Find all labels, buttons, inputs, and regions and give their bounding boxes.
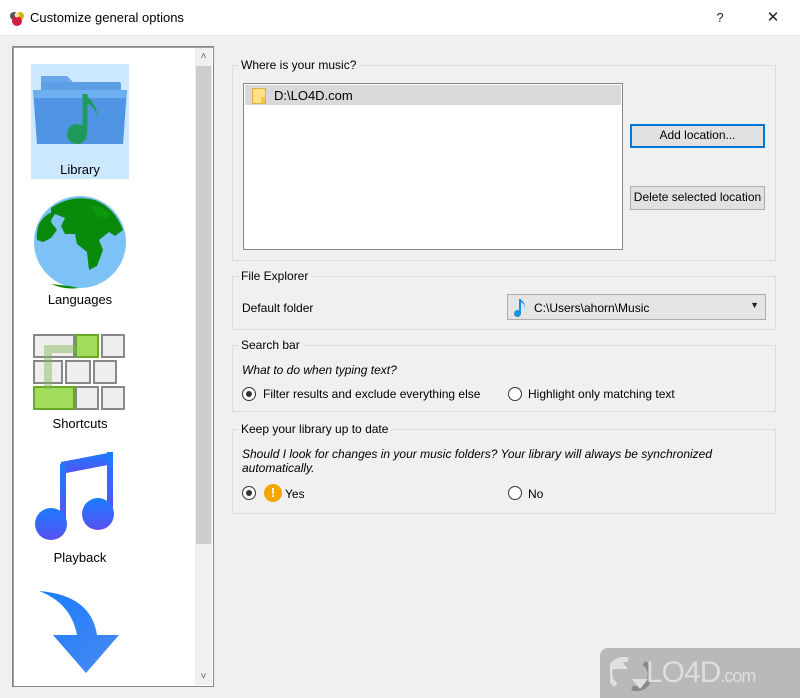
sidebar-label-library: Library: [60, 162, 100, 177]
sidebar-item-updates[interactable]: [31, 589, 129, 679]
lo4d-logo-icon: [610, 657, 650, 691]
help-button[interactable]: ?: [705, 4, 735, 32]
scroll-down-button[interactable]: ˅: [195, 668, 212, 685]
filter-results-radio[interactable]: [242, 387, 256, 401]
scrollbar-thumb[interactable]: [196, 66, 211, 544]
sidebar-item-shortcuts[interactable]: Shortcuts: [31, 329, 129, 444]
default-folder-select[interactable]: C:\Users\ahorn\Music ▼: [507, 294, 766, 320]
location-path: D:\LO4D.com: [274, 88, 353, 103]
sidebar-label-languages: Languages: [47, 292, 113, 307]
scroll-up-button[interactable]: ˄: [195, 48, 212, 65]
sidebar-label-shortcuts: Shortcuts: [52, 416, 108, 431]
watermark-text: LO4D.com: [646, 656, 756, 689]
folder-icon: [252, 88, 266, 104]
search-bar-title: Search bar: [239, 337, 303, 353]
search-bar-group: Search bar: [232, 337, 776, 412]
highlight-matching-radio[interactable]: [508, 387, 522, 401]
list-item[interactable]: D:\LO4D.com: [245, 85, 621, 105]
sidebar-item-playback[interactable]: Playback: [31, 452, 129, 572]
globe-icon: [34, 196, 126, 289]
add-location-button[interactable]: Add location...: [630, 124, 765, 148]
music-note-icon: [35, 452, 114, 540]
default-folder-label: Default folder: [242, 301, 314, 315]
music-locations-title: Where is your music?: [239, 57, 360, 73]
delete-location-button[interactable]: Delete selected location: [630, 186, 765, 210]
download-arrow-icon: [39, 591, 119, 673]
filter-results-label[interactable]: Filter results and exclude everything el…: [263, 387, 480, 401]
sync-yes-radio[interactable]: [242, 486, 256, 500]
close-button[interactable]: ✕: [756, 4, 790, 32]
warning-icon: !: [264, 484, 282, 502]
category-sidebar: Library Languages Shortcuts Playback ˄ ˅: [12, 46, 214, 687]
lo4d-watermark: LO4D.com: [600, 648, 800, 698]
default-folder-value: C:\Users\ahorn\Music: [534, 301, 650, 315]
sidebar-item-library[interactable]: Library: [31, 64, 129, 179]
sync-no-radio[interactable]: [508, 486, 522, 500]
search-bar-question: What to do when typing text?: [242, 363, 397, 377]
music-folder-icon: [33, 76, 127, 144]
sync-yes-label[interactable]: Yes: [285, 487, 305, 501]
window-title: Customize general options: [30, 10, 184, 25]
highlight-matching-label[interactable]: Highlight only matching text: [528, 387, 675, 401]
keyboard-shortcuts-icon: [33, 334, 125, 410]
library-sync-title: Keep your library up to date: [239, 421, 392, 437]
music-locations-list[interactable]: D:\LO4D.com: [243, 83, 623, 250]
sidebar-item-languages[interactable]: Languages: [31, 194, 129, 314]
title-bar: Customize general options ? ✕: [0, 0, 800, 36]
music-note-icon: [514, 299, 526, 317]
app-logo-icon: [10, 12, 24, 26]
file-explorer-title: File Explorer: [239, 268, 312, 284]
sidebar-label-playback: Playback: [53, 550, 107, 565]
library-sync-question: Should I look for changes in your music …: [242, 447, 713, 475]
sidebar-scrollbar[interactable]: ˄ ˅: [195, 48, 212, 685]
dropdown-arrow-icon: ▼: [750, 300, 759, 310]
sync-no-label[interactable]: No: [528, 487, 543, 501]
